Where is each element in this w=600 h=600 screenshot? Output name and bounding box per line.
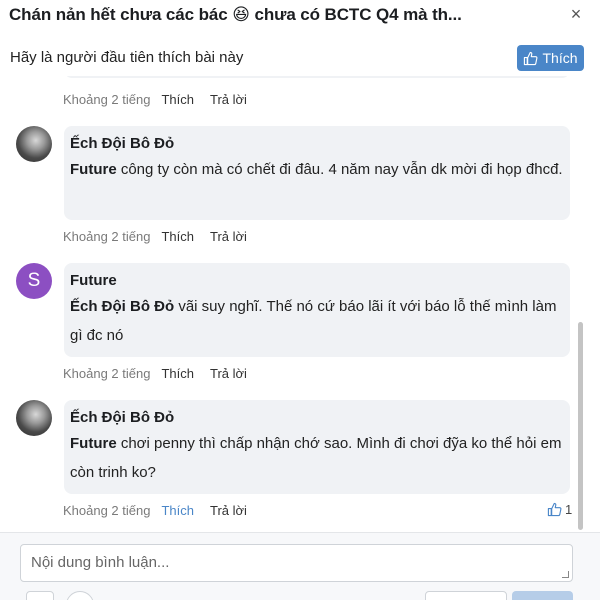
thumbs-up-icon [547, 502, 562, 517]
comment-reply-link[interactable]: Trả lời [210, 92, 247, 107]
comment-text: Future công ty còn mà có chết đi đâu. 4 … [70, 155, 564, 184]
comment-input[interactable]: Nội dung bình luận... [20, 544, 573, 582]
comment-time: Khoảng 2 tiếng [63, 366, 151, 381]
comment-text: Future chơi penny thì chấp nhận chớ sao.… [70, 429, 564, 487]
comment-body: công ty còn mà có chết đi đâu. 4 năm nay… [116, 161, 563, 178]
avatar[interactable]: S [16, 263, 52, 299]
comment-time: Khoảng 2 tiếng [63, 503, 151, 518]
comment-actions: Khoảng 2 tiếng Thích Trả lời [63, 503, 247, 518]
comment-actions: Khoảng 2 tiếng Thích Trả lời [63, 92, 247, 107]
modal-header: Chán nản hết chưa các bác 😆 chưa có BCTC… [0, 0, 600, 34]
comment-mention[interactable]: Ếch Đội Bô Đỏ [70, 298, 174, 315]
comment-time: Khoảng 2 tiếng [63, 229, 151, 244]
comment-composer: Nội dung bình luận... [0, 532, 600, 600]
comment-mention[interactable]: Future [70, 161, 117, 178]
options-button[interactable] [425, 591, 507, 600]
comment-like-link[interactable]: Thích [161, 92, 194, 107]
comment-author[interactable]: Future [70, 271, 564, 291]
post-title: Chán nản hết chưa các bác 😆 chưa có BCTC… [9, 5, 462, 24]
like-prompt-text: Hãy là người đầu tiên thích bài này [10, 49, 244, 66]
like-post-label: Thích [542, 50, 578, 66]
comment-like-link[interactable]: Thích [161, 229, 194, 244]
comment-bubble: Ếch Đội Bô Đỏ Future công ty còn mà có c… [64, 126, 570, 220]
comment-reply-link[interactable]: Trả lời [210, 503, 247, 518]
close-icon[interactable]: × [568, 5, 584, 23]
comment-bubble: Ếch Đội Bô Đỏ Future chơi penny thì chấp… [64, 400, 570, 494]
like-count-value: 1 [565, 502, 573, 517]
comment-text: Ếch Đội Bô Đỏ vãi suy nghĩ. Thế nó cứ bá… [70, 292, 564, 350]
send-button[interactable] [512, 591, 573, 600]
avatar[interactable] [16, 400, 52, 436]
emoji-icon[interactable] [66, 591, 94, 600]
comments-list[interactable]: Khoảng 2 tiếng Thích Trả lời Ếch Đội Bô … [0, 76, 600, 532]
resize-handle-icon[interactable] [562, 571, 569, 578]
comment-like-link[interactable]: Thích [161, 503, 194, 518]
comment-body: chơi penny thì chấp nhận chớ sao. Mình đ… [70, 435, 562, 481]
comment-bubble: Future Ếch Đội Bô Đỏ vãi suy nghĩ. Thế n… [64, 263, 570, 357]
comment-author[interactable]: Ếch Đội Bô Đỏ [70, 408, 564, 428]
like-post-button[interactable]: Thích [517, 45, 584, 71]
scrollbar[interactable] [578, 322, 583, 530]
avatar[interactable] [16, 126, 52, 162]
comment-mention[interactable]: Future [70, 435, 117, 452]
comment-author[interactable]: Ếch Đội Bô Đỏ [70, 134, 564, 154]
comment-actions: Khoảng 2 tiếng Thích Trả lời [63, 229, 247, 244]
comment-like-link[interactable]: Thích [161, 366, 194, 381]
comment-reply-link[interactable]: Trả lời [210, 366, 247, 381]
comment-time: Khoảng 2 tiếng [63, 92, 151, 107]
like-bar: Hãy là người đầu tiên thích bài này Thíc… [0, 42, 600, 74]
thumbs-up-icon [524, 51, 538, 65]
comment-like-count[interactable]: 1 [547, 502, 572, 517]
image-upload-icon[interactable] [26, 591, 54, 600]
comment-actions: Khoảng 2 tiếng Thích Trả lời [63, 366, 247, 381]
comment-bubble-partial [64, 76, 570, 78]
comment-reply-link[interactable]: Trả lời [210, 229, 247, 244]
